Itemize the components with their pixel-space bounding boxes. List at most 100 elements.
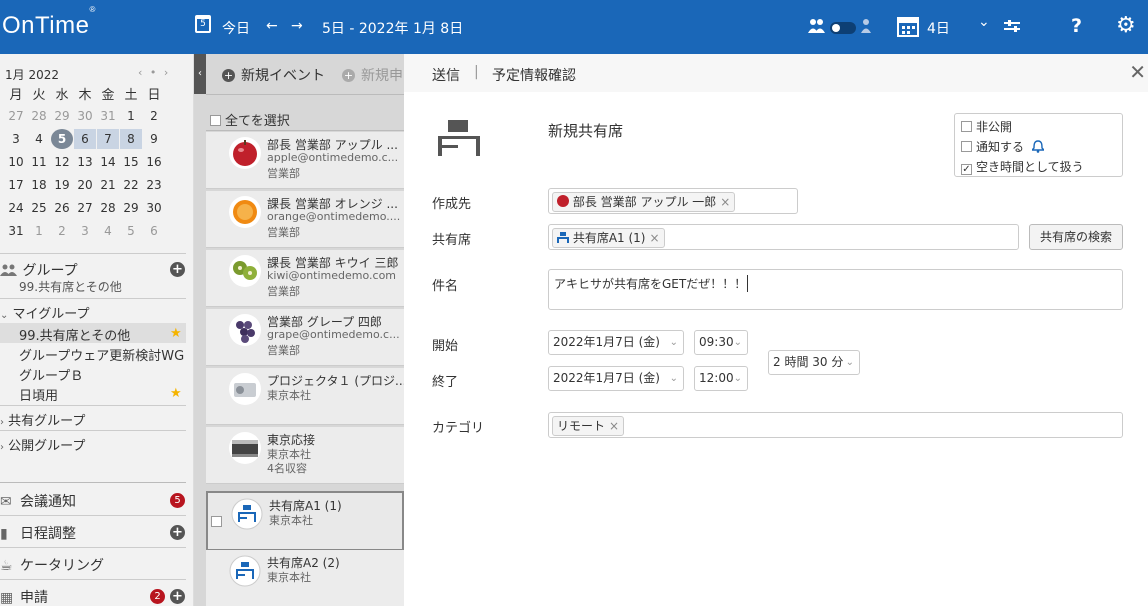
calendar-day[interactable]: 25 (28, 198, 50, 218)
resource-card[interactable]: 共有席A2 (2) 東京本社 (206, 550, 404, 606)
next-arrow-icon[interactable]: → (291, 18, 303, 34)
resource-card[interactable]: 課長 営業部 キウイ 三郎 kiwi@ontimedemo.com 営業部 (206, 250, 404, 307)
calendar-day[interactable]: 6 (74, 129, 96, 149)
confirm-info-button[interactable]: 予定情報確認 (492, 65, 576, 85)
creator-field[interactable]: 部長 営業部 アップル 一郎 × (548, 188, 798, 214)
select-all-checkbox[interactable]: 全てを選択 (210, 110, 290, 129)
resource-card[interactable]: 東京応接 東京本社 4名収容 (206, 427, 404, 484)
new-other-button[interactable]: + 新規申 (342, 65, 403, 85)
checkbox[interactable] (961, 121, 972, 132)
group-people-icon[interactable] (807, 18, 827, 34)
calendar-day[interactable]: 21 (97, 175, 119, 195)
calendar-day[interactable]: 17 (5, 175, 27, 195)
subject-input[interactable]: アキヒサが共有席をGETだぜ！！！ (548, 269, 1123, 310)
calendar-day[interactable]: 6 (143, 221, 165, 241)
my-group-item[interactable]: 99.共有席とその他 (19, 325, 130, 344)
add-group-icon[interactable]: + (170, 262, 185, 277)
calendar-day[interactable]: 4 (28, 129, 50, 149)
calendar-day[interactable]: 9 (143, 129, 165, 149)
end-date-select[interactable]: 2022年1月7日 (金) ⌄ (548, 366, 684, 391)
checkbox[interactable] (961, 141, 972, 152)
calendar-day[interactable]: 12 (51, 152, 73, 172)
resource-card[interactable]: 共有席A1 (1) 東京本社 (206, 491, 404, 551)
calendar-day[interactable]: 27 (5, 106, 27, 126)
settings-sliders-icon[interactable] (1004, 20, 1020, 34)
meeting-notice-item[interactable]: ✉ 会議通知 (0, 491, 194, 511)
calendar-day[interactable]: 29 (51, 106, 73, 126)
notify-option[interactable]: 通知する (961, 138, 1046, 155)
calendar-day[interactable]: 24 (5, 198, 27, 218)
collapse-sidebar-icon[interactable]: ‹ (194, 54, 206, 94)
end-time-select[interactable]: 12:00 ⌄ (694, 366, 748, 391)
new-event-button[interactable]: + 新規イベント (222, 65, 325, 85)
single-person-icon[interactable] (860, 18, 872, 34)
calendar-day[interactable]: 28 (97, 198, 119, 218)
my-group-item[interactable]: 日頃用 (19, 385, 58, 404)
remove-icon[interactable]: × (609, 419, 619, 433)
remove-icon[interactable]: × (720, 195, 730, 209)
my-group-item[interactable]: グループウェア更新検討WG (19, 345, 184, 364)
calendar-day[interactable]: 8 (120, 129, 142, 149)
star-icon[interactable]: ★ (170, 326, 182, 341)
calendar-day[interactable]: 10 (5, 152, 27, 172)
calendar-day[interactable]: 23 (143, 175, 165, 195)
help-icon[interactable]: ? (1071, 15, 1082, 37)
calendar-day[interactable]: 11 (28, 152, 50, 172)
resource-card[interactable]: 部長 営業部 アップル ... apple@ontimedemo.c... 営業部 (206, 132, 404, 189)
calendar-day[interactable]: 27 (74, 198, 96, 218)
add-schedule-icon[interactable]: + (170, 525, 185, 540)
calendar-day[interactable]: 1 (28, 221, 50, 241)
calendar-day[interactable]: 5 (51, 129, 73, 149)
calendar-day[interactable]: 30 (143, 198, 165, 218)
calendar-day[interactable]: 5 (120, 221, 142, 241)
calendar-today-icon[interactable]: 5 (195, 15, 211, 33)
calendar-day[interactable]: 28 (28, 106, 50, 126)
close-icon[interactable]: ✕ (1129, 60, 1146, 84)
calendar-day[interactable]: 2 (51, 221, 73, 241)
shared-groups-header[interactable]: › 共有グループ (0, 410, 194, 429)
star-icon[interactable]: ★ (170, 386, 182, 401)
calendar-day[interactable]: 13 (74, 152, 96, 172)
view-toggle[interactable] (830, 22, 856, 34)
category-field[interactable]: リモート × (548, 412, 1123, 438)
today-button[interactable]: 今日 (222, 18, 250, 38)
calendar-day[interactable]: 7 (97, 129, 119, 149)
app-logo[interactable]: OnTime® (2, 5, 96, 40)
calendar-view-icon[interactable] (897, 15, 919, 37)
private-option[interactable]: 非公開 (961, 118, 1012, 135)
calendar-day[interactable]: 1 (120, 106, 142, 126)
calendar-day[interactable]: 20 (74, 175, 96, 195)
calendar-day[interactable]: 22 (120, 175, 142, 195)
calendar-day[interactable]: 29 (120, 198, 142, 218)
resource-card[interactable]: 課長 営業部 オレンジ ... orange@ontimedemo.... 営業部 (206, 191, 404, 248)
checkbox[interactable] (210, 115, 221, 126)
checkbox[interactable]: ✓ (961, 164, 972, 175)
calendar-day[interactable]: 15 (120, 152, 142, 172)
resource-card[interactable]: 営業部 グレープ 四郎 grape@ontimedemo.c... 営業部 (206, 309, 404, 366)
add-request-icon[interactable]: + (170, 589, 185, 604)
view-days-select[interactable]: 4日 (927, 18, 950, 38)
treat-as-free-option[interactable]: ✓ 空き時間として扱う (961, 158, 1084, 175)
calendar-day[interactable]: 3 (5, 129, 27, 149)
start-date-select[interactable]: 2022年1月7日 (金) ⌄ (548, 330, 684, 355)
calendar-day[interactable]: 26 (51, 198, 73, 218)
group-section[interactable]: グループ (0, 260, 194, 280)
my-groups-header[interactable]: ⌄ マイグループ (0, 303, 194, 322)
calendar-day[interactable]: 14 (97, 152, 119, 172)
seat-field[interactable]: 共有席A1 (1) × (548, 224, 1019, 250)
calendar-day[interactable]: 4 (97, 221, 119, 241)
calendar-day[interactable]: 18 (28, 175, 50, 195)
send-button[interactable]: 送信 (432, 65, 460, 85)
prev-arrow-icon[interactable]: ← (266, 18, 278, 34)
seat-search-button[interactable]: 共有席の検索 (1029, 224, 1123, 250)
gear-icon[interactable]: ⚙ (1116, 13, 1136, 38)
start-time-select[interactable]: 09:30 ⌄ (694, 330, 748, 355)
resource-card[interactable]: プロジェクタ１ (プロジ... 東京本社 (206, 368, 406, 425)
chevron-down-icon[interactable]: ⌄ (978, 14, 990, 30)
checkbox[interactable] (211, 516, 222, 527)
remove-icon[interactable]: × (650, 231, 660, 245)
calendar-day[interactable]: 30 (74, 106, 96, 126)
mini-calendar-nav[interactable]: ‹ • › (138, 66, 170, 79)
schedule-adjust-item[interactable]: ▮ 日程調整 (0, 523, 194, 543)
calendar-day[interactable]: 16 (143, 152, 165, 172)
